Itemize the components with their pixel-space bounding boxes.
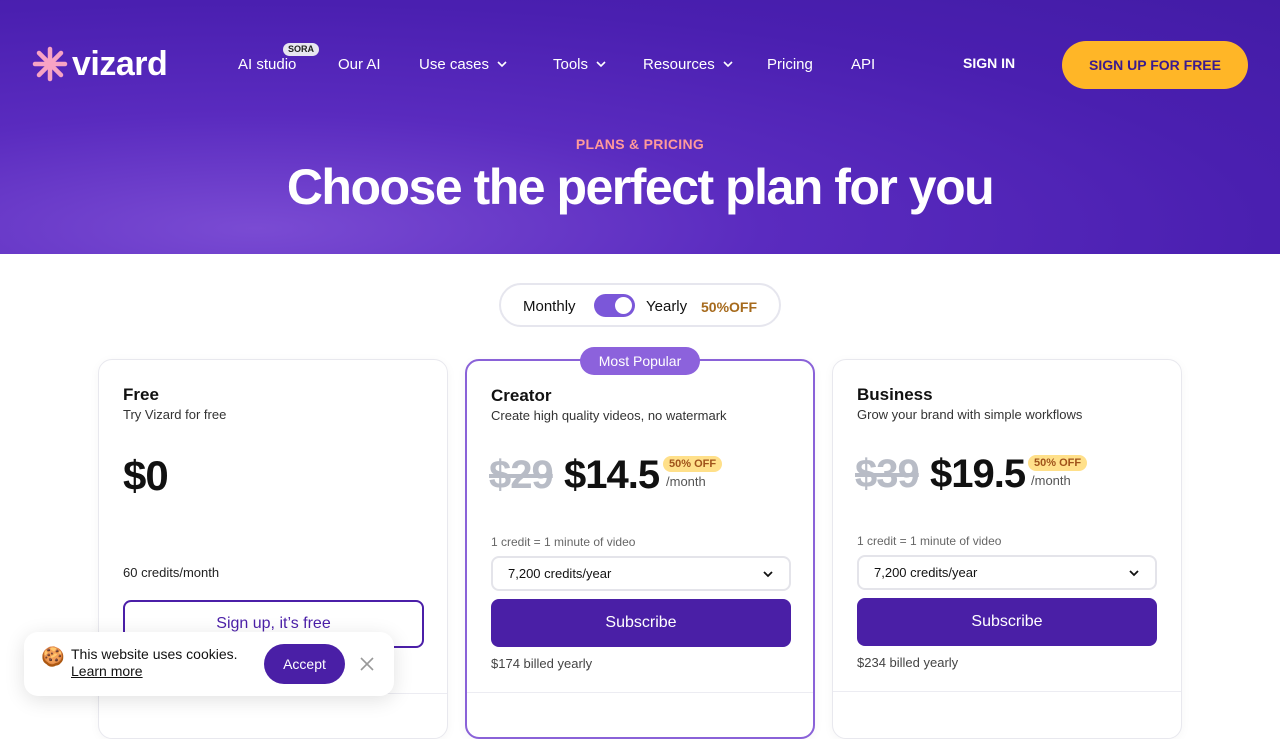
subscribe-button[interactable]: Subscribe (857, 598, 1157, 646)
learn-more-link[interactable]: Learn more (71, 663, 143, 679)
discount-badge: 50% OFF (663, 456, 723, 472)
plan-price: $14.5 (564, 453, 660, 497)
yearly-discount-label: 50%OFF (701, 299, 758, 315)
plan-credits: 60 credits/month (123, 565, 220, 580)
plan-description: Try Vizard for free (123, 407, 227, 422)
nav-tools[interactable]: Tools (553, 55, 606, 73)
toggle-yearly-label[interactable]: Yearly (646, 298, 687, 315)
credit-note: 1 credit = 1 minute of video (491, 535, 636, 549)
chevron-down-icon (763, 570, 773, 577)
sign-in-link[interactable]: SIGN IN (963, 55, 1015, 71)
plan-description: Create high quality videos, no watermark (491, 408, 727, 423)
credit-note: 1 credit = 1 minute of video (857, 534, 1002, 548)
price-period: /month (666, 474, 706, 489)
cookie-banner: 🍪 This website uses cookies. Learn more … (24, 632, 394, 696)
close-icon[interactable] (359, 656, 375, 672)
toggle-monthly-label[interactable]: Monthly (523, 298, 576, 315)
sign-up-button[interactable]: SIGN UP FOR FREE (1062, 41, 1248, 89)
cookie-icon: 🍪 (41, 647, 65, 668)
nav-api-label: API (851, 55, 876, 73)
nav-api[interactable]: API (851, 55, 875, 73)
original-price: $29 (489, 453, 554, 497)
discount-badge: 50% OFF (1028, 455, 1088, 471)
page-title: Choose the perfect plan for you (286, 159, 995, 215)
chevron-down-icon (497, 61, 507, 68)
sora-badge: SORA (283, 43, 320, 56)
original-price: $39 (855, 452, 920, 496)
chevron-down-icon (596, 61, 606, 68)
billed-yearly-text: $234 billed yearly (857, 655, 959, 670)
chevron-down-icon (1129, 569, 1139, 576)
pricing-eyebrow: PLANS & PRICING (575, 136, 705, 152)
nav-pricing[interactable]: Pricing (767, 55, 813, 73)
nav-tools-label: Tools (553, 55, 589, 73)
most-popular-badge: Most Popular (580, 347, 700, 375)
nav-pricing-label: Pricing (767, 55, 813, 73)
billing-switch[interactable] (594, 294, 635, 317)
plan-description: Grow your brand with simple workflows (857, 407, 1083, 422)
plan-price: $0 (123, 452, 169, 499)
card-divider (467, 692, 813, 693)
nav-ai-studio[interactable]: AI studio (238, 55, 296, 73)
logo[interactable]: vizard (32, 45, 168, 83)
credits-select-value: 7,200 credits/year (874, 565, 978, 580)
plan-name: Business (857, 385, 933, 404)
plan-price: $19.5 (930, 452, 1026, 496)
accept-cookies-button[interactable]: Accept (264, 644, 345, 684)
nav-our-ai-label: Our AI (338, 55, 381, 73)
credits-select[interactable]: 7,200 credits/year (857, 555, 1157, 590)
nav-ai-studio-label: AI studio (238, 55, 297, 73)
billing-toggle: Monthly Yearly 50%OFF (499, 283, 781, 327)
price-period: /month (1031, 473, 1071, 488)
credits-select[interactable]: 7,200 credits/year (491, 556, 791, 591)
billed-yearly-text: $174 billed yearly (491, 656, 593, 671)
nav-use-cases[interactable]: Use cases (419, 55, 507, 73)
vizard-logo-icon (32, 46, 68, 82)
nav-resources-label: Resources (643, 55, 715, 73)
cookie-message: This website uses cookies. (71, 646, 238, 662)
nav-our-ai[interactable]: Our AI (338, 55, 381, 73)
plan-name: Creator (491, 386, 552, 405)
nav-resources[interactable]: Resources (643, 55, 733, 73)
chevron-down-icon (723, 61, 733, 68)
switch-knob (615, 297, 632, 314)
hero-banner: vizard AI studio SORA Our AI Use cases T… (0, 0, 1280, 254)
plan-card-business: Business Grow your brand with simple wor… (832, 359, 1182, 739)
card-divider (833, 691, 1181, 692)
credits-select-value: 7,200 credits/year (508, 566, 612, 581)
logo-text: vizard (72, 45, 168, 83)
subscribe-button[interactable]: Subscribe (491, 599, 791, 647)
plan-card-creator: Creator Create high quality videos, no w… (465, 359, 815, 739)
plan-name: Free (123, 385, 159, 404)
nav-use-cases-label: Use cases (419, 55, 490, 73)
